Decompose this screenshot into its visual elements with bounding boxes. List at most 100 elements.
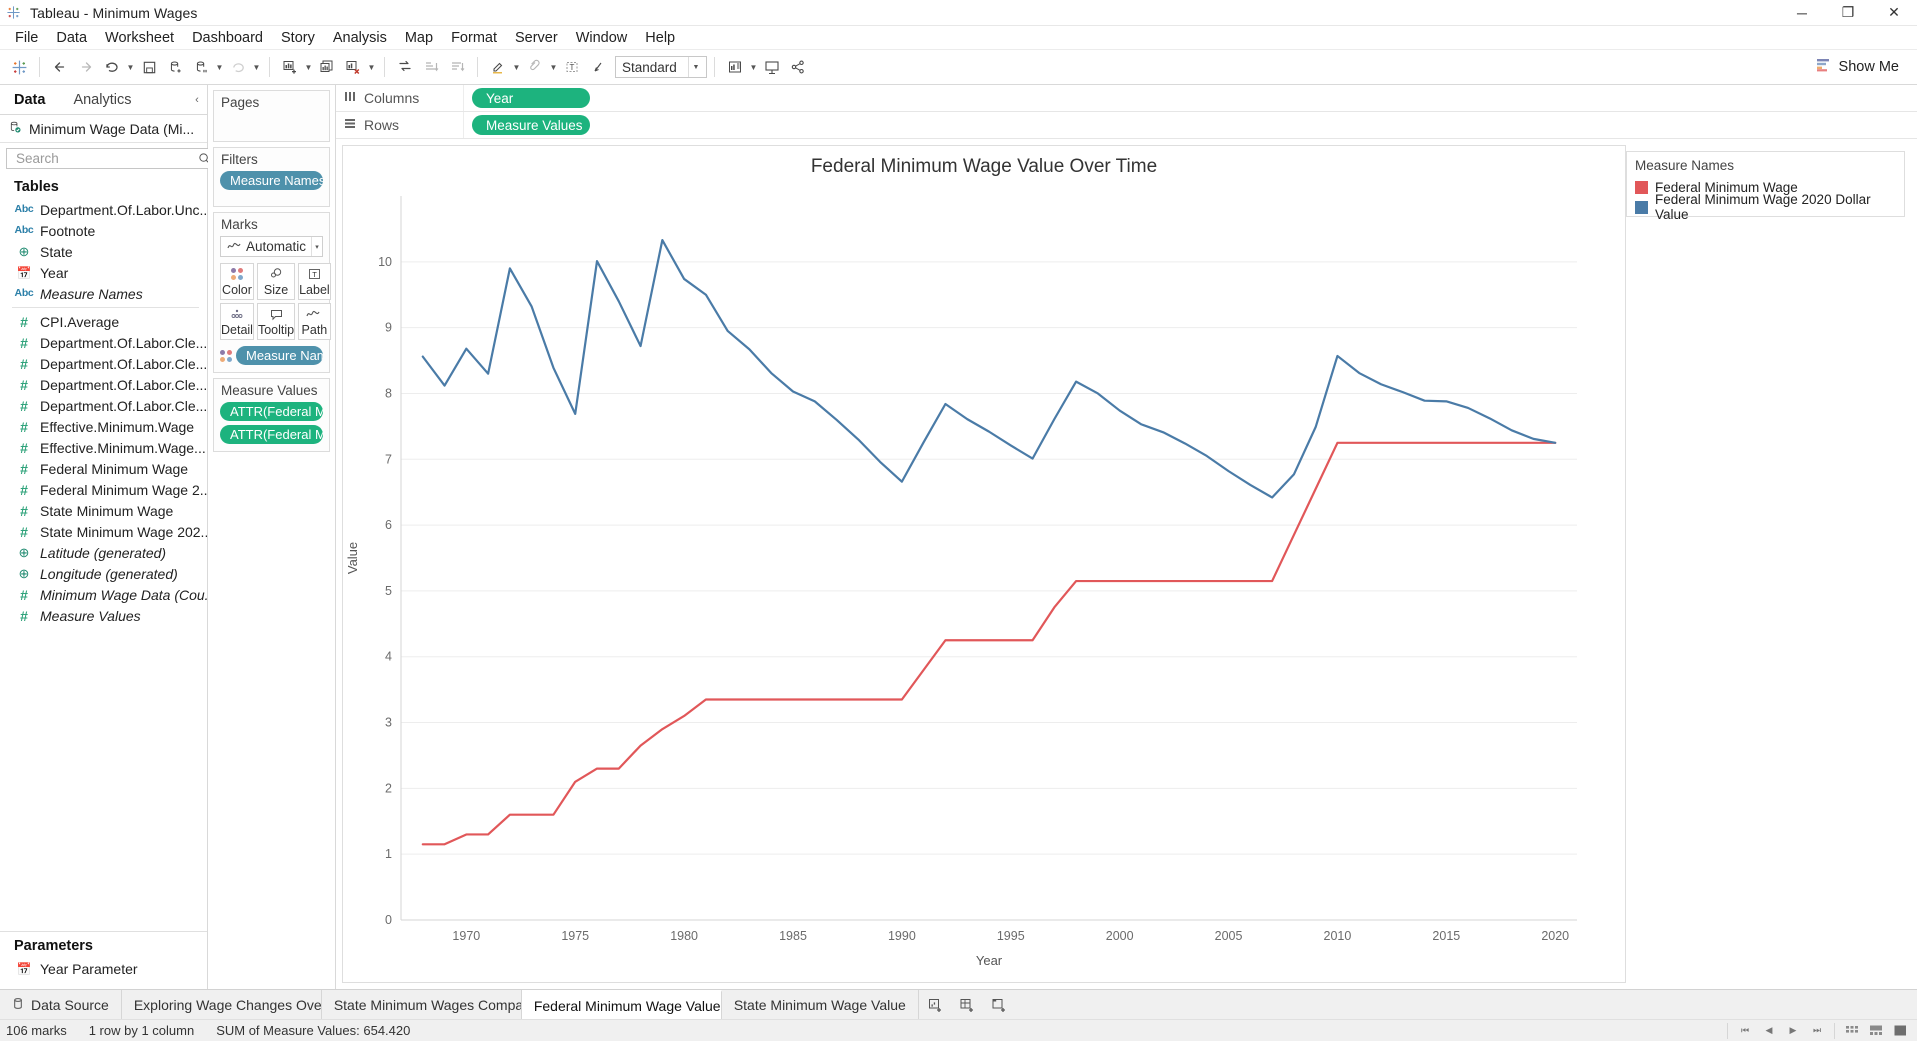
- columns-pill-year[interactable]: Year: [472, 88, 590, 108]
- legend-item-federal-minimum-wage-2020[interactable]: Federal Minimum Wage 2020 Dollar Value: [1635, 197, 1896, 217]
- field-footnote[interactable]: Abc Footnote: [0, 220, 207, 241]
- marks-pill-measure-names[interactable]: Measure Nam..: [236, 346, 323, 365]
- new-dashboard-icon[interactable]: [951, 997, 983, 1013]
- first-sheet-icon[interactable]: ⏮: [1738, 1025, 1752, 1036]
- fit-axis-icon[interactable]: [722, 54, 748, 80]
- new-story-icon[interactable]: [983, 997, 1015, 1013]
- new-worksheet-caret-icon[interactable]: ▼: [303, 54, 314, 80]
- field-minimum-wage-data-count[interactable]: # Minimum Wage Data (Cou...: [0, 584, 207, 605]
- tab-data[interactable]: Data: [0, 85, 59, 114]
- next-sheet-icon[interactable]: ▶: [1786, 1025, 1800, 1036]
- menu-window[interactable]: Window: [567, 26, 637, 50]
- marks-tooltip-button[interactable]: Tooltip: [257, 303, 295, 340]
- marks-color-button[interactable]: Color: [220, 263, 254, 300]
- fit-axis-caret-icon[interactable]: ▼: [748, 54, 759, 80]
- last-sheet-icon[interactable]: ⏭: [1810, 1025, 1824, 1036]
- field-state-minimum-wage[interactable]: # State Minimum Wage: [0, 500, 207, 521]
- sheet-tab-state-minimum-wages-comparison[interactable]: State Minimum Wages Compari...: [322, 990, 522, 1019]
- rows-drop-zone[interactable]: Measure Values: [464, 115, 1917, 135]
- group-caret-icon[interactable]: ▼: [548, 54, 559, 80]
- field-dol-cle-1[interactable]: # Department.Of.Labor.Cle...: [0, 332, 207, 353]
- share-icon[interactable]: [785, 54, 811, 80]
- field-effective-minimum-wage[interactable]: # Effective.Minimum.Wage: [0, 416, 207, 437]
- back-arrow-icon[interactable]: [47, 54, 73, 80]
- clear-sheet-icon[interactable]: [340, 54, 366, 80]
- data-source-item[interactable]: Minimum Wage Data (Mi...: [0, 115, 207, 143]
- plot-area[interactable]: 0123456789101970197519801985199019952000…: [343, 182, 1625, 982]
- field-latitude-generated[interactable]: ⊕ Latitude (generated): [0, 542, 207, 563]
- field-measure-values[interactable]: # Measure Values: [0, 605, 207, 626]
- presentation-mode-icon[interactable]: [759, 54, 785, 80]
- tableau-home-icon[interactable]: [6, 54, 32, 80]
- menu-file[interactable]: File: [6, 26, 47, 50]
- highlight-caret-icon[interactable]: ▼: [511, 54, 522, 80]
- field-cpi-average[interactable]: # CPI.Average: [0, 311, 207, 332]
- field-federal-minimum-wage[interactable]: # Federal Minimum Wage: [0, 458, 207, 479]
- refresh-data-icon[interactable]: [99, 54, 125, 80]
- new-worksheet-icon[interactable]: [277, 54, 303, 80]
- previous-sheet-icon[interactable]: ◀: [1762, 1025, 1776, 1036]
- field-year[interactable]: 📅 Year: [0, 262, 207, 283]
- new-worksheet-icon[interactable]: [919, 997, 951, 1013]
- menu-format[interactable]: Format: [442, 26, 506, 50]
- menu-worksheet[interactable]: Worksheet: [96, 26, 183, 50]
- sort-descending-icon[interactable]: [444, 54, 470, 80]
- field-longitude-generated[interactable]: ⊕ Longitude (generated): [0, 563, 207, 584]
- menu-server[interactable]: Server: [506, 26, 567, 50]
- marks-label-button[interactable]: T Label: [298, 263, 331, 300]
- chevron-down-icon[interactable]: ▾: [311, 237, 322, 256]
- swap-rows-columns-icon[interactable]: [392, 54, 418, 80]
- field-dol-cle-2[interactable]: # Department.Of.Labor.Cle...: [0, 353, 207, 374]
- marks-path-button[interactable]: Path: [298, 303, 331, 340]
- fit-select[interactable]: Standard ▼: [615, 56, 707, 78]
- field-dol-cle-3[interactable]: # Department.Of.Labor.Cle...: [0, 374, 207, 395]
- fix-axes-icon[interactable]: [585, 54, 611, 80]
- maximize-button[interactable]: ❐: [1825, 0, 1871, 26]
- show-labels-icon[interactable]: T: [559, 54, 585, 80]
- menu-help[interactable]: Help: [636, 26, 684, 50]
- rows-shelf[interactable]: Rows Measure Values: [336, 112, 1917, 139]
- menu-story[interactable]: Story: [272, 26, 324, 50]
- refresh-caret-icon[interactable]: ▼: [125, 54, 136, 80]
- line-chart-svg[interactable]: 0123456789101970197519801985199019952000…: [343, 182, 1625, 982]
- sheet-view-icon[interactable]: [1893, 1025, 1907, 1036]
- group-icon[interactable]: [522, 54, 548, 80]
- tab-data-source[interactable]: Data Source: [0, 990, 122, 1019]
- grid-view-icon[interactable]: [1845, 1025, 1859, 1036]
- field-dol-cle-4[interactable]: # Department.Of.Labor.Cle...: [0, 395, 207, 416]
- field-effective-minimum-wage-2[interactable]: # Effective.Minimum.Wage....: [0, 437, 207, 458]
- pause-data-source-icon[interactable]: [188, 54, 214, 80]
- sheet-tab-exploring-wage-changes[interactable]: Exploring Wage Changes Over Ti...: [122, 990, 322, 1019]
- series-line-1[interactable]: [423, 443, 1555, 844]
- minimize-button[interactable]: ─: [1779, 0, 1825, 26]
- save-icon[interactable]: [136, 54, 162, 80]
- filters-card[interactable]: Filters Measure Names: [213, 147, 330, 207]
- tab-analytics[interactable]: Analytics: [59, 85, 145, 114]
- marks-detail-button[interactable]: Detail: [220, 303, 254, 340]
- chevron-down-icon[interactable]: ▼: [688, 57, 703, 77]
- menu-data[interactable]: Data: [47, 26, 96, 50]
- sort-ascending-icon[interactable]: [418, 54, 444, 80]
- sheet-tab-state-minimum-wage-value[interactable]: State Minimum Wage Value: [722, 990, 919, 1019]
- close-button[interactable]: ✕: [1871, 0, 1917, 26]
- filmstrip-view-icon[interactable]: [1869, 1025, 1883, 1036]
- field-state-minimum-wage-2020[interactable]: # State Minimum Wage 202...: [0, 521, 207, 542]
- columns-drop-zone[interactable]: Year: [464, 88, 1917, 108]
- field-department-of-labor-unc[interactable]: Abc Department.Of.Labor.Unc...: [0, 199, 207, 220]
- field-federal-minimum-wage-2020[interactable]: # Federal Minimum Wage 2...: [0, 479, 207, 500]
- search-input[interactable]: [14, 150, 195, 167]
- rows-pill-measure-values[interactable]: Measure Values: [472, 115, 590, 135]
- clear-caret-icon[interactable]: ▼: [366, 54, 377, 80]
- columns-shelf[interactable]: Columns Year: [336, 85, 1917, 112]
- new-data-source-icon[interactable]: [162, 54, 188, 80]
- show-me-button[interactable]: Show Me: [1816, 58, 1911, 76]
- marks-type-select[interactable]: Automatic ▾: [220, 236, 323, 257]
- marks-size-button[interactable]: Size: [257, 263, 295, 300]
- forward-arrow-icon[interactable]: [73, 54, 99, 80]
- duplicate-sheet-icon[interactable]: [314, 54, 340, 80]
- pages-card[interactable]: Pages: [213, 90, 330, 142]
- field-state[interactable]: ⊕ State: [0, 241, 207, 262]
- menu-map[interactable]: Map: [396, 26, 442, 50]
- menu-analysis[interactable]: Analysis: [324, 26, 396, 50]
- measure-value-pill-1[interactable]: ATTR(Federal Minim..: [220, 402, 323, 421]
